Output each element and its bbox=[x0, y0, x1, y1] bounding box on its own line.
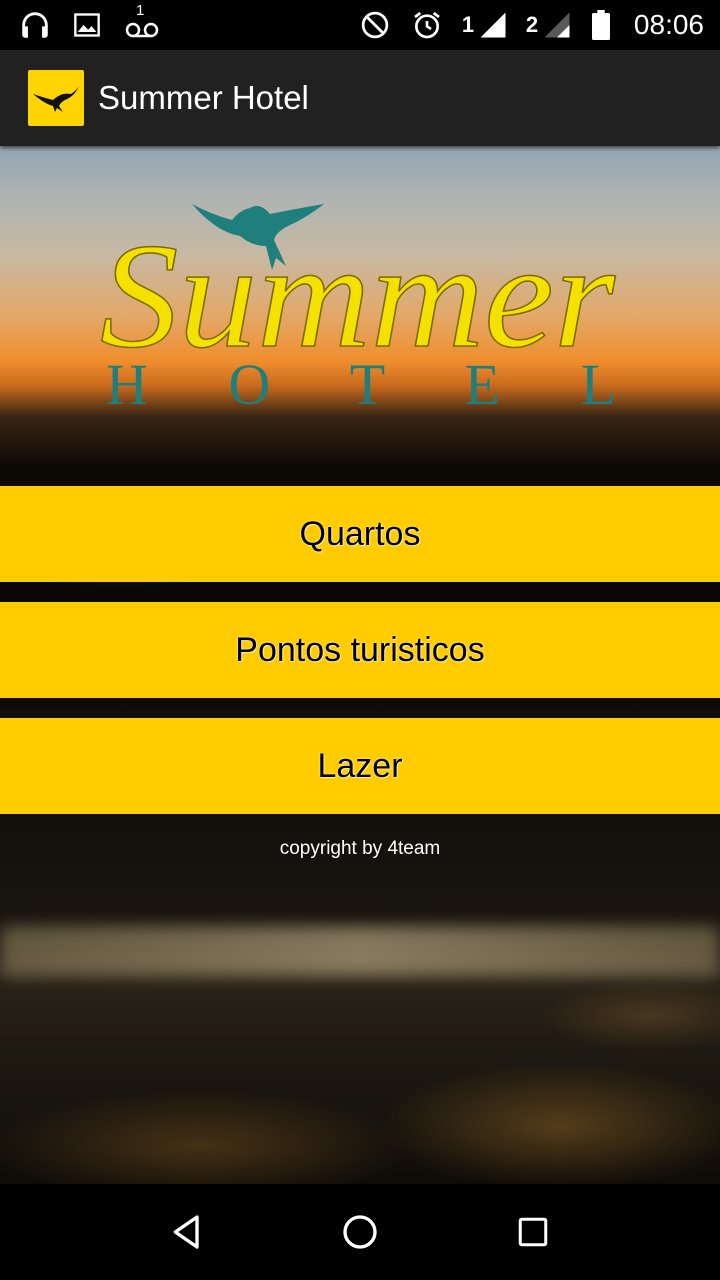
menu-button-pontos-turisticos[interactable]: Pontos turisticos bbox=[0, 602, 720, 698]
app-title: Summer Hotel bbox=[98, 79, 309, 116]
menu-button-label: Lazer bbox=[317, 746, 403, 785]
voicemail-icon: 1 bbox=[122, 2, 162, 42]
navigation-bar bbox=[0, 1184, 720, 1280]
main-content: Summer H O T E L Quartos Pontos turistic… bbox=[0, 146, 720, 1184]
city-lights-background bbox=[0, 926, 720, 976]
image-icon bbox=[70, 8, 104, 42]
battery-icon bbox=[590, 8, 612, 42]
sim1-label: 1 bbox=[461, 12, 475, 37]
do-not-disturb-icon bbox=[358, 8, 392, 42]
voicemail-count: 1 bbox=[136, 2, 145, 19]
summer-hotel-logo: Summer H O T E L bbox=[100, 204, 616, 417]
recents-icon[interactable] bbox=[503, 1202, 563, 1262]
status-right-icons: 1 2 08:06 bbox=[358, 8, 704, 42]
sim2-signal-icon: 2 bbox=[526, 8, 572, 42]
status-time: 08:06 bbox=[633, 9, 704, 40]
menu-button-lazer[interactable]: Lazer bbox=[0, 718, 720, 814]
home-icon[interactable] bbox=[330, 1202, 390, 1262]
logo-hotel-text: H O T E L bbox=[106, 352, 616, 417]
app-logo-icon[interactable] bbox=[28, 70, 84, 126]
menu-button-label: Quartos bbox=[299, 514, 421, 553]
status-left-icons: 1 bbox=[18, 2, 162, 42]
menu-button-label: Pontos turisticos bbox=[235, 630, 485, 669]
alarm-icon bbox=[410, 8, 444, 42]
back-icon[interactable] bbox=[157, 1202, 217, 1262]
menu-button-quartos[interactable]: Quartos bbox=[0, 486, 720, 582]
copyright-text: copyright by 4team bbox=[279, 838, 441, 859]
sim2-label: 2 bbox=[525, 12, 539, 37]
action-bar: Summer Hotel bbox=[0, 50, 720, 146]
headphones-icon bbox=[18, 8, 52, 42]
sim1-signal-icon: 1 bbox=[462, 8, 508, 42]
status-bar: 1 1 2 08:06 bbox=[0, 0, 720, 50]
